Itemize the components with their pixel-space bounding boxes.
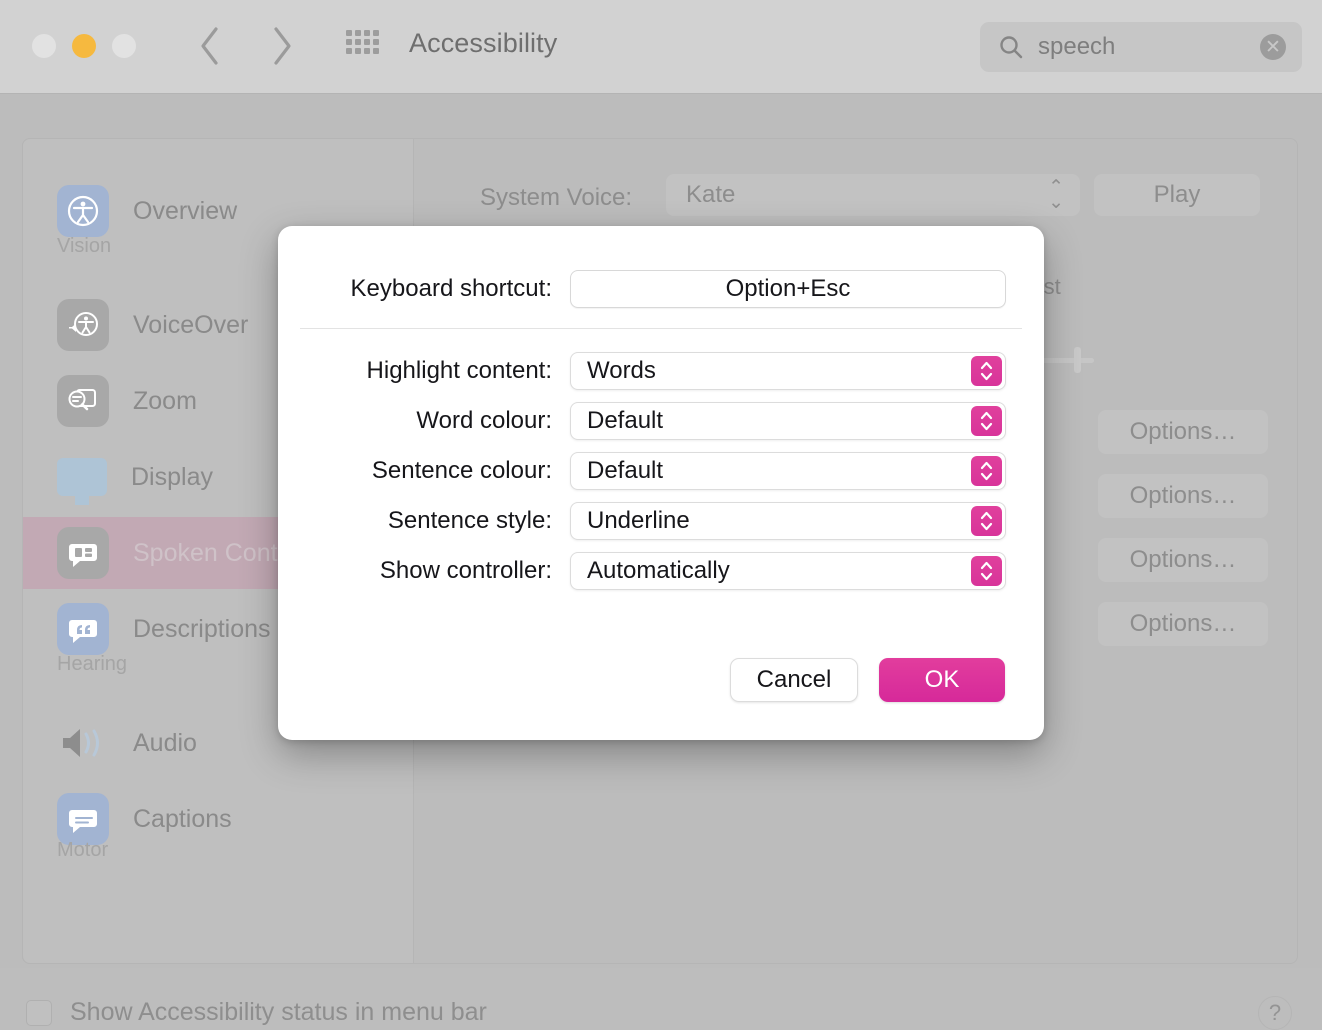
show-controller-row: Show controller: Automatically <box>278 550 1044 592</box>
show-all-button[interactable] <box>340 26 384 66</box>
sentence-colour-value: Default <box>587 457 664 484</box>
zoom-magnifier-icon <box>57 375 109 427</box>
sidebar-group-hearing: Hearing <box>57 653 128 675</box>
sidebar-item-label: Audio <box>133 728 197 757</box>
minimize-button[interactable] <box>72 34 96 58</box>
chevron-updown-icon: ⌃ ⌄ <box>1048 176 1064 213</box>
stepper-up-down-icon[interactable] <box>971 406 1002 436</box>
window-titlebar: Accessibility speech ✕ <box>0 0 1322 94</box>
word-colour-popup[interactable]: Default <box>570 402 1006 440</box>
search-input[interactable]: speech <box>1038 33 1260 61</box>
help-question-icon[interactable]: ? <box>1258 996 1292 1030</box>
options-button-2[interactable]: Options… <box>1098 474 1268 518</box>
sentence-colour-popup[interactable]: Default <box>570 452 1006 490</box>
options-button-4[interactable]: Options… <box>1098 602 1268 646</box>
show-all-icon <box>345 29 379 63</box>
voiceover-icon <box>57 299 109 351</box>
descriptions-icon <box>57 603 109 655</box>
close-button[interactable] <box>32 34 56 58</box>
accessibility-icon <box>57 185 109 237</box>
sidebar-item-label: Zoom <box>133 386 197 415</box>
back-button[interactable] <box>186 22 234 70</box>
word-colour-row: Word colour: Default <box>278 400 1044 442</box>
sentence-colour-row: Sentence colour: Default <box>278 450 1044 492</box>
word-colour-value: Default <box>587 407 664 434</box>
stepper-up-down-icon[interactable] <box>971 556 1002 586</box>
preferences-window: Accessibility speech ✕ Overview Vision V… <box>0 0 1322 1030</box>
menu-bar-status-checkbox[interactable] <box>26 999 52 1026</box>
sidebar-group-motor: Motor <box>57 839 109 861</box>
stepper-up-down-icon[interactable] <box>971 506 1002 536</box>
spoken-content-icon <box>57 527 109 579</box>
sidebar-item-label: Captions <box>133 804 232 833</box>
speaking-rate-slider-knob[interactable] <box>1074 347 1081 373</box>
menu-bar-status-label: Show Accessibility status in menu bar <box>70 998 487 1026</box>
highlight-content-row: Highlight content: Words <box>278 350 1044 392</box>
keyboard-shortcut-row: Keyboard shortcut: Option+Esc <box>278 268 1044 310</box>
highlight-content-label: Highlight content: <box>366 357 552 384</box>
sentence-style-value: Underline <box>587 507 690 534</box>
clear-icon[interactable]: ✕ <box>1260 34 1286 60</box>
system-voice-popup[interactable]: Kate ⌃ ⌄ <box>666 174 1080 216</box>
sidebar-item-label: VoiceOver <box>133 310 249 339</box>
dialog-divider <box>300 328 1022 329</box>
audio-speaker-icon <box>57 717 109 769</box>
system-voice-label: System Voice: <box>480 184 633 211</box>
sidebar-item-label: Display <box>131 462 213 491</box>
captions-icon <box>57 793 109 845</box>
show-controller-value: Automatically <box>587 557 730 584</box>
show-controller-popup[interactable]: Automatically <box>570 552 1006 590</box>
display-monitor-icon <box>57 458 107 505</box>
search-field[interactable]: speech ✕ <box>980 22 1302 72</box>
sentence-style-row: Sentence style: Underline <box>278 500 1044 542</box>
options-button-3[interactable]: Options… <box>1098 538 1268 582</box>
menu-bar-status-checkbox-row[interactable]: Show Accessibility status in menu bar <box>26 998 487 1027</box>
search-icon <box>998 34 1024 60</box>
traffic-lights <box>32 34 136 58</box>
options-button-1[interactable]: Options… <box>1098 410 1268 454</box>
word-colour-label: Word colour: <box>416 407 552 434</box>
sidebar-item-label: Overview <box>133 196 238 225</box>
page-title: Accessibility <box>409 28 558 58</box>
stepper-up-down-icon[interactable] <box>971 356 1002 386</box>
stepper-up-down-icon[interactable] <box>971 456 1002 486</box>
chevron-left-icon <box>201 27 218 65</box>
sentence-colour-label: Sentence colour: <box>371 457 552 484</box>
sidebar-item-label: Descriptions <box>133 614 271 643</box>
cancel-button[interactable]: Cancel <box>730 658 858 702</box>
play-button[interactable]: Play <box>1094 174 1260 216</box>
keyboard-shortcut-label: Keyboard shortcut: <box>350 275 552 302</box>
forward-button[interactable] <box>258 22 306 70</box>
sentence-style-popup[interactable]: Underline <box>570 502 1006 540</box>
chevron-right-icon <box>274 27 291 65</box>
sidebar-group-vision: Vision <box>57 235 112 257</box>
show-controller-label: Show controller: <box>379 557 552 584</box>
keyboard-shortcut-field[interactable]: Option+Esc <box>570 270 1006 308</box>
ok-button[interactable]: OK <box>879 658 1005 702</box>
sentence-style-label: Sentence style: <box>387 507 552 534</box>
highlight-content-popup[interactable]: Words <box>570 352 1006 390</box>
zoom-button[interactable] <box>112 34 136 58</box>
highlight-content-value: Words <box>587 357 656 384</box>
system-voice-value: Kate <box>686 181 736 208</box>
